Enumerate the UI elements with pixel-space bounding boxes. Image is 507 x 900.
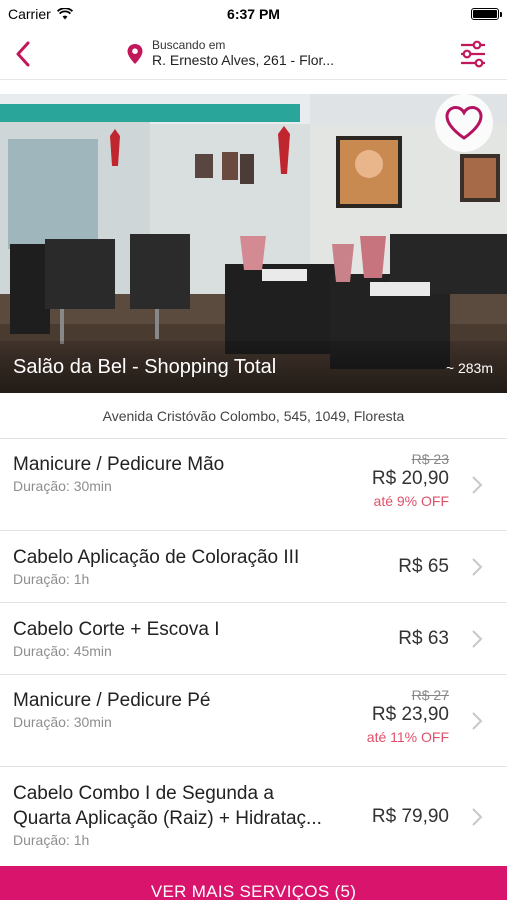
service-row[interactable]: Cabelo Combo I de Segunda a Quarta Aplic… xyxy=(0,767,507,867)
service-info: Manicure / Pedicure Pé Duração: 30min xyxy=(13,688,211,730)
service-price: R$ 65 xyxy=(398,556,449,577)
service-name: Manicure / Pedicure Mão xyxy=(13,454,225,475)
location-selector[interactable]: Buscando em R. Ernesto Alves, 261 - Flor… xyxy=(126,38,334,69)
salon-name: Salão da Bel - Shopping Total xyxy=(13,356,277,378)
service-name: Manicure / Pedicure Pé xyxy=(13,690,211,711)
service-row[interactable]: Cabelo Corte + Escova I Duração: 45min R… xyxy=(0,603,507,675)
service-pricing: R$ 63 xyxy=(398,627,449,651)
location-address: R. Ernesto Alves, 261 - Flor... xyxy=(152,52,335,69)
service-price: R$ 63 xyxy=(398,628,449,649)
battery-icon xyxy=(471,8,502,20)
status-bar: Carrier 6:37 PM xyxy=(0,0,507,28)
service-list: Manicure / Pedicure Mão Duração: 30min R… xyxy=(0,439,507,867)
service-price: R$ 79,90 xyxy=(371,806,449,827)
service-row[interactable]: Manicure / Pedicure Mão Duração: 30min R… xyxy=(0,439,507,531)
service-duration: Duração: 45min xyxy=(13,643,112,659)
service-name-line2: Quarta Aplicação (Raiz) + Hidrataç... xyxy=(13,808,322,829)
service-info: Cabelo Combo I de Segunda a Quarta Aplic… xyxy=(13,781,322,848)
searching-label: Buscando em xyxy=(152,37,226,52)
service-duration: Duração: 1h xyxy=(13,571,90,587)
status-left: Carrier xyxy=(8,6,73,22)
chevron-right-icon xyxy=(472,558,483,576)
service-discount: até 11% OFF xyxy=(366,729,449,745)
nav-header: Buscando em R. Ernesto Alves, 261 - Flor… xyxy=(0,28,507,80)
status-time: 6:37 PM xyxy=(227,6,280,22)
battery-fill xyxy=(473,10,497,18)
heart-icon xyxy=(445,105,483,140)
location-text: Buscando em R. Ernesto Alves, 261 - Flor… xyxy=(152,38,334,69)
chevron-right-icon xyxy=(472,630,483,648)
service-duration: Duração: 30min xyxy=(13,478,112,494)
service-name-line1: Cabelo Combo I de Segunda a xyxy=(13,783,274,804)
carrier-label: Carrier xyxy=(8,6,51,22)
service-pricing: R$ 65 xyxy=(398,555,449,579)
service-info: Cabelo Corte + Escova I Duração: 45min xyxy=(13,617,219,659)
back-button[interactable] xyxy=(0,28,46,80)
favorite-button[interactable] xyxy=(435,94,493,152)
map-pin-icon xyxy=(127,43,143,64)
salon-hero-image[interactable]: Salão da Bel - Shopping Total ~ 283m xyxy=(0,94,507,393)
service-info: Manicure / Pedicure Mão Duração: 30min xyxy=(13,452,224,494)
service-price: R$ 20,90 xyxy=(371,468,449,489)
service-old-price: R$ 23 xyxy=(411,451,449,467)
chevron-right-icon xyxy=(472,808,483,826)
service-pricing: R$ 79,90 xyxy=(372,805,449,829)
service-name: Cabelo Aplicação de Coloração III xyxy=(13,547,300,568)
service-info: Cabelo Aplicação de Coloração III Duraçã… xyxy=(13,545,299,587)
salon-distance: ~ 283m xyxy=(445,360,493,376)
salon-address: Avenida Cristóvão Colombo, 545, 1049, Fl… xyxy=(0,393,507,439)
service-duration: Duração: 1h xyxy=(13,832,90,848)
service-old-price: R$ 27 xyxy=(411,687,449,703)
service-duration: Duração: 30min xyxy=(13,714,112,730)
service-row[interactable]: Cabelo Aplicação de Coloração III Duraçã… xyxy=(0,531,507,603)
service-name: Cabelo Corte + Escova I xyxy=(13,619,220,640)
service-discount: até 9% OFF xyxy=(373,493,449,509)
more-services-button[interactable]: VER MAIS SERVIÇOS (5) xyxy=(0,866,507,900)
chevron-right-icon xyxy=(472,712,483,730)
chevron-left-icon xyxy=(16,41,30,66)
wifi-icon xyxy=(56,8,73,20)
service-pricing: R$ 23 R$ 20,90 até 9% OFF xyxy=(372,451,449,509)
filter-sliders-icon[interactable] xyxy=(459,40,487,68)
chevron-right-icon xyxy=(472,476,483,494)
service-price: R$ 23,90 xyxy=(371,704,449,725)
service-pricing: R$ 27 R$ 23,90 até 11% OFF xyxy=(367,687,449,745)
service-row[interactable]: Manicure / Pedicure Pé Duração: 30min R$… xyxy=(0,675,507,767)
